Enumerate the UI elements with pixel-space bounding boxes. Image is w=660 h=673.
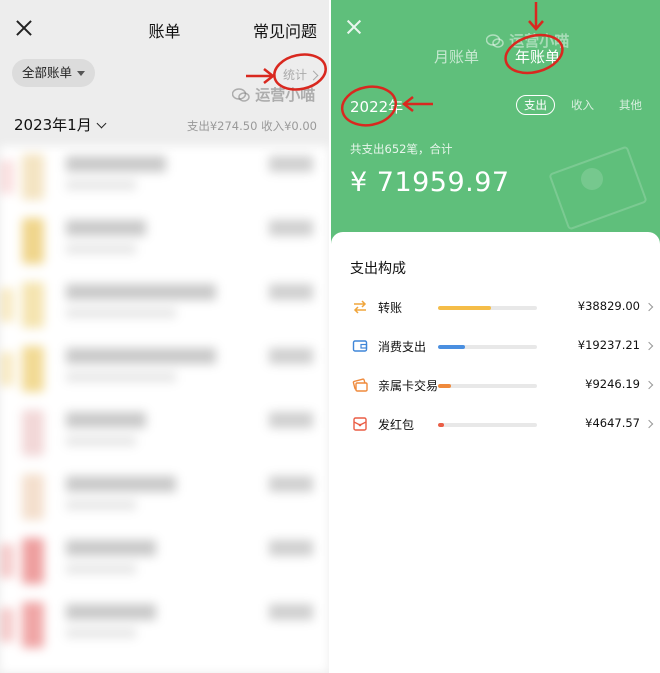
breakdown-row-transfer[interactable]: 转账 ¥38829.00 [331,296,660,320]
list-item[interactable] [0,402,329,466]
month-label: 2023年1月 [14,116,92,134]
all-bills-filter[interactable]: 全部账单 [12,59,96,87]
transfer-icon [353,300,367,314]
item-bar [438,345,537,349]
item-amount: ¥38829.00 [577,299,640,313]
list-item[interactable] [0,146,329,210]
item-name: 转账 [378,301,403,315]
segment-income[interactable]: 收入 [571,95,594,115]
expense-breakdown-card: 支出构成 转账 ¥38829.00 消费支出 ¥19237.21 亲属卡交易 ¥… [331,232,660,673]
total-label: 共支出652笔，合计 [350,142,453,156]
list-item[interactable] [0,338,329,402]
item-amount: ¥9246.19 [585,377,640,391]
item-bar-fill [438,306,492,310]
chevron-right-icon [308,70,319,81]
item-bar [438,384,537,388]
month-summary: 支出¥274.50 收入¥0.00 [186,119,317,133]
item-amount: ¥19237.21 [577,338,640,352]
item-amount: ¥4647.57 [585,416,640,430]
tab-monthly-bill[interactable]: 月账单 [434,46,479,67]
breakdown-row-family-card[interactable]: 亲属卡交易 ¥9246.19 [331,374,660,398]
list-item[interactable] [0,210,329,274]
bill-list-panel: 账单 常见问题 全部账单 统计 运营小喵 2023年1月 支出¥274.50 收… [0,0,329,673]
list-item[interactable] [0,530,329,594]
chat-bubble-icon [231,88,250,102]
list-item[interactable] [0,274,329,338]
month-selector[interactable]: 2023年1月 [14,114,107,135]
item-name: 发红包 [378,418,415,432]
decorative-circle [581,168,603,190]
item-name: 消费支出 [378,340,427,354]
item-name: 亲属卡交易 [378,379,439,393]
breakdown-row-consumption[interactable]: 消费支出 ¥19237.21 [331,335,660,359]
chevron-right-icon [644,341,654,351]
item-bar-fill [438,423,444,427]
year-selector[interactable]: 2022年 [350,96,403,117]
statistics-label: 统计 [282,68,307,82]
total-amount: ¥ 71959.97 [350,167,510,198]
red-packet-icon [353,417,367,431]
item-bar-fill [438,384,451,388]
annotation-marks [340,2,564,127]
chevron-down-icon [96,118,107,129]
section-title: 支出构成 [350,261,406,277]
item-bar [438,423,537,427]
transaction-list [0,146,329,673]
family-card-icon [352,378,368,392]
chevron-right-icon [644,419,654,429]
segment-expense[interactable]: 支出 [516,95,555,115]
list-item[interactable] [0,466,329,530]
filter-label: 全部账单 [22,65,73,80]
watermark: 运营小喵 [485,30,570,51]
breakdown-row-red-packet[interactable]: 发红包 ¥4647.57 [331,413,660,437]
segment-other[interactable]: 其他 [619,95,642,115]
statistics-link[interactable]: 统计 [282,66,319,83]
watermark-text: 运营小喵 [509,32,570,50]
item-bar [438,306,537,310]
faq-link[interactable]: 常见问题 [253,18,317,42]
chevron-right-icon [644,380,654,390]
annual-bill-panel: 月账单 年账单 运营小喵 2022年 支出 收入 其他 共支出652笔，合计 ¥… [331,0,660,673]
caret-down-icon [77,71,86,76]
list-item[interactable] [0,594,329,658]
chevron-right-icon [644,302,654,312]
bill-list-header: 账单 常见问题 [0,0,329,56]
item-bar-fill [438,345,465,349]
close-icon[interactable] [347,20,361,34]
wallet-icon [352,340,368,352]
chat-bubble-icon [485,34,504,48]
month-bar: 2023年1月 支出¥274.50 收入¥0.00 [0,102,329,146]
